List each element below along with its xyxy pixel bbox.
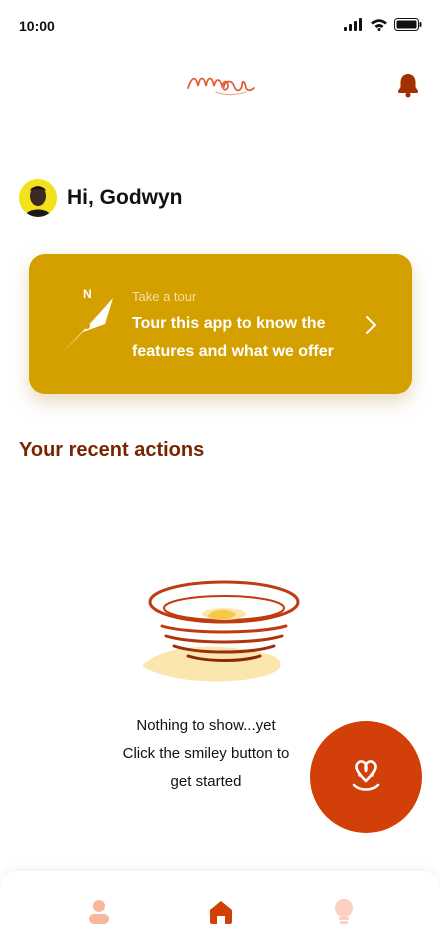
compass-icon: N [63,287,123,360]
recent-actions-title: Your recent actions [19,439,205,461]
empty-bowl-illustration [138,578,304,688]
greeting-text: Hi, Godwyn [67,186,183,209]
empty-state-line-3: get started [170,773,242,790]
compass-n-label: N [83,288,92,301]
smiley-fab-button[interactable] [310,721,422,833]
status-icons [344,18,422,31]
status-time: 10:00 [19,18,55,34]
greeting: Hi, Godwyn [19,179,183,217]
lightbulb-icon [335,899,353,924]
bell-icon[interactable] [396,72,420,98]
tour-title: Tour this app to know the features and w… [132,315,334,360]
bottom-nav [0,871,440,951]
empty-state-line-2: Click the smiley button to [122,745,290,762]
nav-ideas[interactable] [329,897,359,927]
tour-eyebrow: Take a tour [132,289,197,304]
empty-state-line-1: Nothing to show...yet [136,717,276,734]
chevron-right-icon[interactable] [363,314,379,336]
home-icon [210,901,232,924]
nav-home[interactable] [206,897,236,927]
avatar[interactable] [19,179,57,217]
nav-profile[interactable] [84,897,114,927]
status-bar: 10:00 [0,0,440,54]
smiley-pretzel-icon [352,760,380,791]
person-icon [89,900,109,924]
wifi-icon [371,19,387,31]
app-logo [186,72,256,98]
empty-state-message: Nothing to show...yet Click the smiley b… [100,712,312,796]
tour-card[interactable]: N Take a tour Tour this app to know the … [29,254,412,394]
battery-icon [394,18,422,31]
signal-icon [344,18,362,31]
